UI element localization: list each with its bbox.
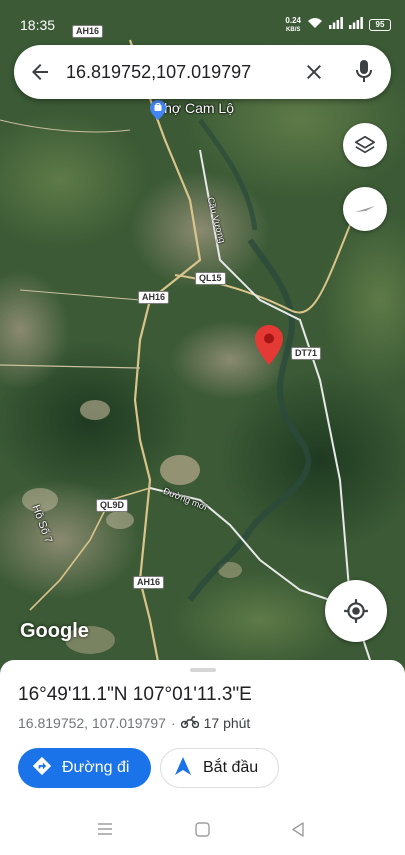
sheet-drag-handle[interactable] (190, 668, 216, 672)
directions-button[interactable]: Đường đi (18, 748, 151, 788)
status-icons: 0.24 KB/S 95 (285, 16, 391, 34)
road-shield-ql15: QL15 (195, 272, 226, 285)
coordinates-subline: 16.819752, 107.019797 · 17 phút (18, 715, 250, 731)
place-label: Chợ Cam Lộ (154, 100, 234, 116)
road-shield-dt71: DT71 (291, 347, 322, 360)
back-icon[interactable] (291, 822, 305, 842)
coordinates-dms: 16°49'11.1"N 107°01'11.3"E (18, 684, 252, 705)
place-marker-cho-cam-lo[interactable]: Chợ Cam Lộ (150, 100, 234, 120)
road-shield-ql9d: QL9D (96, 499, 129, 512)
road-shield-ah16-bottom: AH16 (133, 576, 165, 589)
home-icon[interactable] (195, 822, 210, 842)
road-shield-ah16-mid: AH16 (138, 291, 170, 304)
status-time: 18:35 (20, 17, 56, 33)
layers-button[interactable] (343, 123, 387, 167)
motorbike-icon (180, 715, 199, 731)
separator-dot: · (170, 715, 176, 731)
speed-unit: KB/S (286, 26, 301, 33)
signal-icon-2 (349, 16, 363, 34)
start-button[interactable]: Bắt đầu (160, 748, 279, 788)
search-bar (14, 45, 391, 99)
my-location-button[interactable] (325, 580, 387, 642)
search-input[interactable] (66, 58, 294, 86)
back-arrow-icon[interactable] (28, 60, 52, 84)
coordinates-decimal: 16.819752, 107.019797 (18, 715, 166, 731)
status-bar: 18:35 0.24 KB/S 95 (0, 0, 405, 44)
network-speed: 0.24 KB/S (285, 15, 301, 34)
clear-icon[interactable] (302, 60, 326, 84)
navigation-arrow-icon (175, 756, 191, 780)
directions-icon (32, 756, 52, 781)
google-logo: Google (20, 620, 89, 642)
satellite-map[interactable]: Chợ Cam Lộ Cầu Vương AH16 AH16 AH16 QL15… (0, 0, 405, 672)
compass-button[interactable] (343, 187, 387, 231)
start-label: Bắt đầu (203, 759, 259, 776)
speed-value: 0.24 (285, 15, 301, 25)
signal-icon (329, 16, 343, 34)
menu-icon[interactable] (97, 822, 113, 841)
battery-icon: 95 (369, 19, 391, 31)
system-nav-bar (0, 805, 405, 855)
directions-label: Đường đi (62, 759, 130, 776)
travel-time: 17 phút (203, 715, 251, 731)
microphone-icon[interactable] (352, 58, 376, 86)
wifi-icon (307, 16, 323, 34)
